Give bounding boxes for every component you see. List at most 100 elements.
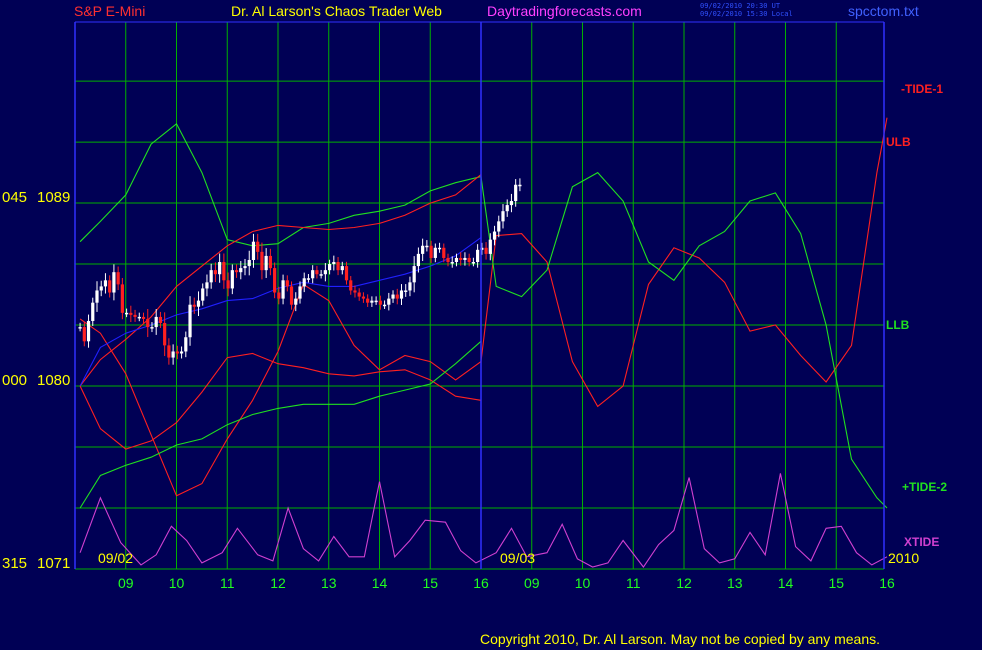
price-candle — [315, 270, 319, 275]
price-candle — [370, 300, 374, 303]
price-candle — [332, 262, 336, 265]
price-candle — [344, 266, 349, 281]
price-candle — [141, 316, 146, 319]
price-candle — [408, 282, 412, 291]
price-candle — [497, 221, 501, 232]
price-candle — [239, 268, 243, 273]
price-candle — [120, 284, 124, 313]
price-candle — [463, 257, 467, 260]
day-label-0903: 09/03 — [500, 550, 536, 566]
price-candle — [416, 253, 421, 267]
price-candle — [268, 255, 272, 269]
price-candle — [167, 345, 171, 358]
price-candle — [230, 270, 234, 289]
data-filename: spcctom.txt — [848, 3, 919, 19]
y-axis-code-315: 315 — [2, 555, 28, 572]
price-candle — [163, 323, 167, 346]
price-candle — [277, 292, 281, 299]
x-tick-label: 11 — [626, 575, 641, 591]
price-candle — [281, 280, 285, 299]
y-axis-value-1080: 1080 — [37, 372, 71, 389]
price-candle — [311, 270, 315, 279]
price-candle — [340, 266, 344, 271]
price-candle — [179, 351, 184, 354]
copyright-notice: Copyright 2010, Dr. Al Larson. May not b… — [480, 631, 881, 647]
price-candle — [201, 288, 205, 301]
price-candle — [82, 327, 86, 342]
price-candle — [429, 245, 433, 258]
symbol-title: S&P E-Mini — [74, 3, 146, 19]
price-candle — [421, 245, 425, 254]
price-candle — [442, 247, 446, 258]
legend-xtide: XTIDE — [904, 535, 940, 549]
price-candle — [327, 264, 332, 271]
price-candle — [196, 300, 201, 307]
price-candle — [302, 278, 306, 287]
price-candle — [116, 272, 120, 285]
price-candle — [78, 327, 82, 329]
price-candle — [86, 320, 91, 342]
price-candle — [399, 290, 404, 299]
price-candle — [234, 270, 239, 273]
legend-llb: LLB — [886, 318, 910, 332]
price-candle — [361, 296, 366, 299]
price-candle — [484, 247, 488, 254]
price-candle — [108, 280, 112, 293]
x-tick-label: 12 — [270, 575, 286, 591]
x-tick-label: 09 — [118, 575, 134, 591]
price-candle — [336, 262, 340, 271]
price-candle — [209, 270, 213, 283]
price-candle — [251, 241, 256, 260]
price-candle — [133, 314, 137, 317]
page-title: Dr. Al Larson's Chaos Trader Web — [231, 3, 442, 19]
price-candle — [518, 184, 522, 187]
y-axis-code-045: 045 — [2, 189, 28, 206]
timestamp-ut: 09/02/2010 20:30 UT — [700, 2, 781, 10]
price-candle — [213, 270, 218, 275]
price-candle — [514, 184, 518, 202]
price-candle — [218, 262, 222, 275]
legend-tide2: +TIDE-2 — [902, 480, 948, 494]
price-candle — [256, 241, 260, 252]
y-axis-value-1089: 1089 — [37, 189, 71, 206]
price-candle — [476, 249, 480, 263]
x-tick-label: 16 — [473, 575, 489, 591]
price-candle — [509, 201, 514, 206]
price-candle — [192, 304, 196, 307]
site-link[interactable]: Daytradingforecasts.com — [487, 4, 642, 18]
price-candle — [99, 286, 103, 291]
price-candle — [323, 270, 327, 275]
price-candle — [222, 262, 226, 281]
price-candle — [188, 304, 192, 338]
timestamp-local: 09/02/2010 15:30 Local — [700, 10, 793, 18]
price-candle — [357, 292, 361, 297]
price-candle — [171, 351, 175, 358]
price-candle — [353, 290, 357, 293]
price-candle — [146, 318, 150, 328]
price-candle — [446, 257, 450, 263]
price-candle — [425, 245, 429, 248]
price-candle — [158, 316, 163, 324]
x-tick-label: 13 — [727, 575, 743, 591]
x-tick-label: 11 — [220, 575, 235, 591]
price-candle — [454, 257, 459, 263]
price-candle — [395, 294, 399, 299]
price-candle — [387, 298, 391, 305]
price-candle — [459, 257, 463, 260]
price-candle — [450, 262, 454, 264]
price-candle — [184, 337, 188, 352]
price-candle — [488, 239, 492, 254]
price-candle — [150, 327, 154, 329]
x-tick-label: 13 — [321, 575, 337, 591]
x-tick-label: 12 — [676, 575, 692, 591]
price-candle — [467, 257, 471, 263]
price-candle — [289, 286, 294, 305]
price-candle — [103, 280, 108, 287]
price-candle — [273, 268, 277, 293]
price-candle — [349, 280, 353, 291]
y-axis-code-000: 000 — [2, 372, 28, 389]
x-tick-label: 10 — [575, 575, 591, 591]
x-tick-label: 09 — [524, 575, 540, 591]
price-candle — [382, 304, 387, 307]
price-candle — [175, 351, 179, 354]
